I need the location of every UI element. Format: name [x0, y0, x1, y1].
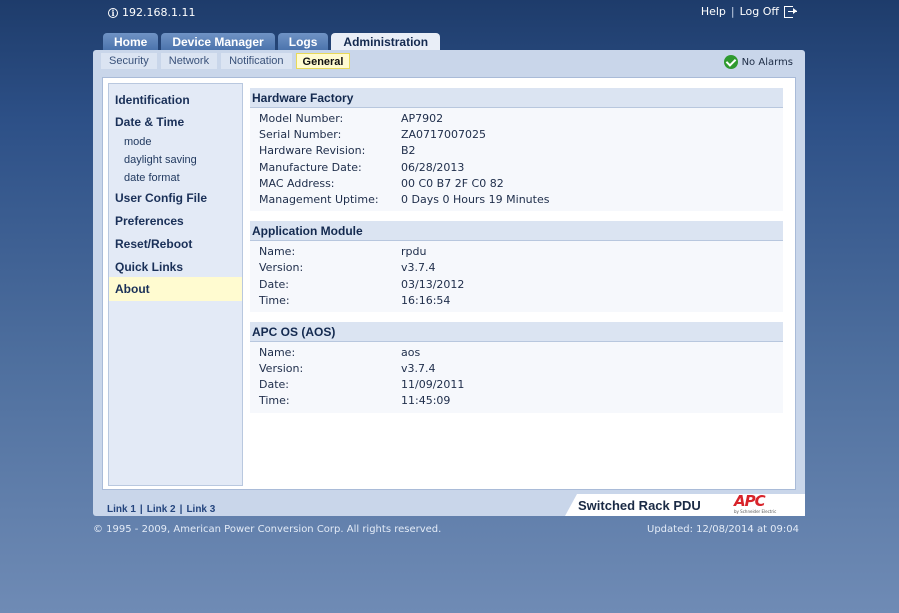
info-row: Date: 11/09/2011 [250, 378, 783, 394]
link-3[interactable]: Link 3 [186, 504, 215, 515]
apc-os-body: Name: aos Version: v3.7.4 Date: 11/09/2011 … [250, 341, 783, 413]
info-row: Name: rpdu [250, 245, 783, 261]
tab-administration[interactable]: Administration [331, 33, 441, 51]
subtab-notification[interactable]: Notification [221, 53, 292, 69]
updated-timestamp: Updated: 12/08/2014 at 09:04 [647, 524, 799, 535]
hardware-factory-heading: Hardware Factory [250, 88, 783, 108]
info-label: Name: [259, 245, 296, 259]
info-row: Time: 16:16:54 [250, 294, 783, 310]
quick-links-bar: Link 1 | Link 2 | Link 3 [107, 504, 215, 515]
info-label: Manufacture Date: [259, 160, 362, 174]
info-label: Date: [259, 277, 289, 291]
info-label: Management Uptime: [259, 192, 379, 206]
nav-mode[interactable]: mode [109, 136, 242, 148]
main-tabs: Home Device Manager Logs Administration [103, 33, 441, 51]
info-row: Version: v3.7.4 [250, 261, 783, 277]
tab-device-manager[interactable]: Device Manager [161, 33, 275, 51]
info-value: 0 Days 0 Hours 19 Minutes [401, 192, 550, 206]
info-label: Version: [259, 261, 304, 275]
info-value: v3.7.4 [401, 261, 436, 275]
info-row: Date: 03/13/2012 [250, 278, 783, 294]
apc-logo-text: APC [734, 492, 766, 510]
info-value: ZA0717007025 [401, 128, 487, 142]
subtab-network[interactable]: Network [160, 53, 218, 69]
info-value: 06/28/2013 [401, 160, 465, 174]
info-row: Management Uptime: 0 Days 0 Hours 19 Minu… [250, 193, 783, 209]
nav-quick-links[interactable]: Quick Links [109, 260, 242, 274]
info-icon: i [108, 7, 118, 18]
application-module-body: Name: rpdu Version: v3.7.4 Date: 03/13/2012… [250, 241, 783, 312]
link-2[interactable]: Link 2 [147, 504, 176, 515]
ip-text: 192.168.1.11 [122, 6, 196, 19]
alarm-status[interactable]: No Alarms [723, 55, 793, 69]
info-value: AP7902 [401, 112, 444, 125]
nav-date-format[interactable]: date format [109, 172, 242, 184]
product-name: Switched Rack PDU [578, 498, 701, 513]
info-label: Serial Number: [259, 128, 342, 142]
info-value: 11:45:09 [401, 394, 451, 408]
link-separator: | [139, 504, 143, 515]
subtab-general[interactable]: General [295, 53, 351, 69]
info-value: aos [401, 345, 421, 359]
main-panel: Security Network Notification General No… [93, 50, 805, 516]
subtab-security[interactable]: Security [101, 53, 157, 69]
nav-date-time[interactable]: Date & Time [109, 115, 242, 129]
info-value: 11/09/2011 [401, 378, 465, 392]
link-separator: | [730, 5, 735, 18]
info-value: rpdu [401, 245, 427, 259]
nav-preferences[interactable]: Preferences [109, 214, 242, 228]
help-link[interactable]: Help [701, 5, 726, 18]
tab-home[interactable]: Home [103, 33, 159, 51]
info-row: MAC Address: 00 C0 B7 2F C0 82 [250, 177, 783, 193]
application-module-heading: Application Module [250, 221, 783, 242]
info-label: Time: [259, 293, 290, 307]
info-value: 00 C0 B7 2F C0 82 [401, 176, 504, 190]
nav-identification[interactable]: Identification [109, 93, 242, 107]
top-links: Help | Log Off [701, 5, 797, 18]
info-row: Hardware Revision: B2 [250, 144, 783, 160]
info-label: MAC Address: [259, 176, 335, 190]
info-row: Time: 11:45:09 [250, 394, 783, 410]
logoff-link[interactable]: Log Off [740, 5, 779, 18]
nav-daylight-saving[interactable]: daylight saving [109, 154, 242, 166]
logoff-icon[interactable] [784, 5, 797, 18]
nav-user-config-file[interactable]: User Config File [109, 191, 242, 205]
info-label: Time: [259, 394, 290, 408]
top-bar: i 192.168.1.11 Help | Log Off [0, 0, 899, 30]
info-row: Version: v3.7.4 [250, 362, 783, 378]
apc-logo-subtext: by Schneider Electric [734, 509, 777, 514]
info-row: Manufacture Date: 06/28/2013 [250, 161, 783, 177]
info-row: Model Number: AP7902 [250, 112, 783, 128]
info-label: Date: [259, 378, 289, 392]
info-row: Serial Number: ZA0717007025 [250, 128, 783, 144]
nav-about[interactable]: About [109, 277, 242, 301]
copyright: © 1995 - 2009, American Power Conversion… [93, 524, 442, 535]
apc-logo: APC by Schneider Electric [734, 492, 792, 514]
apc-os-heading: APC OS (AOS) [250, 321, 783, 342]
check-icon [723, 55, 738, 69]
about-content: Hardware Factory Model Number: AP7902 Ser… [250, 88, 783, 413]
sub-tabs: Security Network Notification General [101, 53, 351, 70]
info-value: B2 [401, 144, 416, 158]
info-row: Name: aos [250, 346, 783, 362]
info-value: 03/13/2012 [401, 277, 465, 291]
left-nav: Identification Date & Time mode daylight… [108, 83, 243, 486]
info-value: 16:16:54 [401, 293, 451, 307]
alarm-text: No Alarms [741, 56, 793, 68]
ip-address: i 192.168.1.11 [108, 6, 195, 19]
info-label: Model Number: [259, 112, 344, 125]
info-label: Hardware Revision: [259, 144, 366, 158]
hardware-factory-body: Model Number: AP7902 Serial Number: ZA0717… [250, 108, 783, 212]
link-1[interactable]: Link 1 [107, 504, 136, 515]
content-frame: Identification Date & Time mode daylight… [102, 77, 796, 490]
info-label: Version: [259, 362, 304, 376]
link-separator: | [179, 504, 183, 515]
nav-reset-reboot[interactable]: Reset/Reboot [109, 237, 242, 251]
info-label: Name: [259, 345, 296, 359]
tab-logs[interactable]: Logs [277, 33, 329, 51]
info-value: v3.7.4 [401, 362, 436, 376]
